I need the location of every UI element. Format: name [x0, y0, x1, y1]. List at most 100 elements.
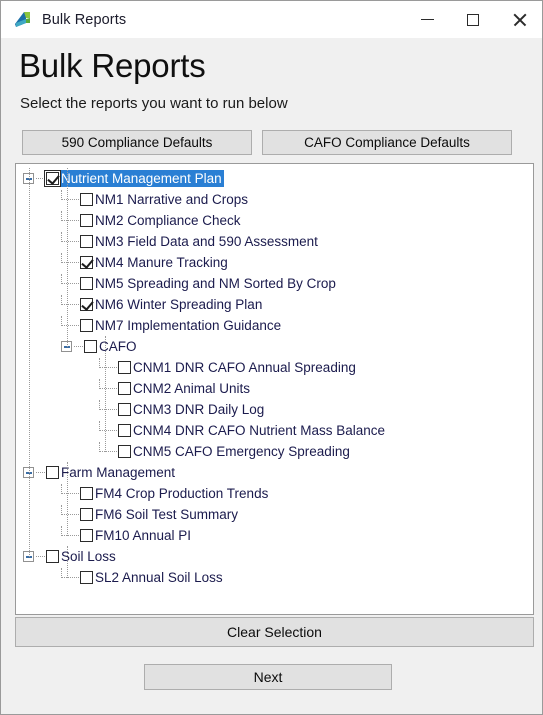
tree-row[interactable]: NM4 Manure Tracking — [16, 252, 533, 273]
reports-tree-panel[interactable]: Nutrient Management Plan NM1 Narrative an… — [15, 163, 534, 615]
tree-item-label: FM6 Soil Test Summary — [95, 507, 239, 522]
tree-connector-line — [99, 378, 117, 389]
tree-item-label: CNM3 DNR Daily Log — [133, 402, 265, 417]
tree-row[interactable]: Nutrient Management Plan — [16, 168, 533, 189]
tree-row[interactable]: NM5 Spreading and NM Sorted By Crop — [16, 273, 533, 294]
tree-item-label: NM4 Manure Tracking — [95, 255, 228, 270]
close-icon — [512, 12, 527, 27]
tree-row[interactable]: Soil Loss — [16, 546, 533, 567]
tree-connector-line — [105, 336, 106, 452]
tree-connector-line — [36, 556, 45, 557]
tree-item-label: NM2 Compliance Check — [95, 213, 241, 228]
checkbox-cafo[interactable] — [84, 340, 97, 353]
tree-connector-line — [99, 441, 117, 452]
app-logo-icon — [14, 10, 32, 29]
checkbox-cnm5[interactable] — [118, 445, 131, 458]
tree-item-label: Nutrient Management Plan — [60, 170, 224, 187]
checkbox-sl2[interactable] — [80, 571, 93, 584]
tree-row[interactable]: CNM5 CAFO Emergency Spreading — [16, 441, 533, 462]
checkbox-nm4[interactable] — [80, 256, 93, 269]
checkbox-nm2[interactable] — [80, 214, 93, 227]
checkbox-fm10[interactable] — [80, 529, 93, 542]
tree-row[interactable]: CNM2 Animal Units — [16, 378, 533, 399]
window-title: Bulk Reports — [42, 11, 127, 28]
tree-item-label: Soil Loss — [61, 549, 116, 564]
tree-row[interactable]: NM3 Field Data and 590 Assessment — [16, 231, 533, 252]
checkbox-nm5[interactable] — [80, 277, 93, 290]
checkbox-cnm1[interactable] — [118, 361, 131, 374]
tree-row[interactable]: CNM1 DNR CAFO Annual Spreading — [16, 357, 533, 378]
tree-item-label: NM3 Field Data and 590 Assessment — [95, 234, 318, 249]
tree-row[interactable]: CAFO — [16, 336, 533, 357]
tree-row[interactable]: NM7 Implementation Guidance — [16, 315, 533, 336]
tree-row[interactable]: CNM3 DNR Daily Log — [16, 399, 533, 420]
tree-connector-line — [61, 483, 79, 494]
tree-item-label: FM4 Crop Production Trends — [95, 486, 269, 501]
checkbox-nm6[interactable] — [80, 298, 93, 311]
tree-connector-line — [67, 168, 68, 347]
tree-row[interactable]: NM1 Narrative and Crops — [16, 189, 533, 210]
tree-item-label: NM6 Winter Spreading Plan — [95, 297, 263, 312]
tree-row[interactable]: CNM4 DNR CAFO Nutrient Mass Balance — [16, 420, 533, 441]
checkbox-sl[interactable] — [46, 550, 59, 563]
tree-row[interactable]: FM10 Annual PI — [16, 525, 533, 546]
tree-connector-line — [99, 399, 117, 410]
checkbox-nmp[interactable] — [44, 170, 61, 187]
tree-connector-line — [61, 567, 79, 578]
reports-tree: Nutrient Management Plan NM1 Narrative an… — [16, 164, 533, 588]
tree-connector-line — [67, 462, 68, 536]
tree-connector-line — [36, 178, 45, 179]
checkbox-fm6[interactable] — [80, 508, 93, 521]
close-button[interactable] — [496, 1, 542, 38]
minimize-button[interactable] — [404, 1, 450, 38]
tree-item-label: CNM5 CAFO Emergency Spreading — [133, 444, 350, 459]
tree-item-label: NM7 Implementation Guidance — [95, 318, 282, 333]
tree-item-label: NM5 Spreading and NM Sorted By Crop — [95, 276, 336, 291]
title-bar: Bulk Reports — [1, 1, 542, 38]
maximize-button[interactable] — [450, 1, 496, 38]
tree-connector-line — [61, 210, 79, 221]
checkbox-nm1[interactable] — [80, 193, 93, 206]
minimize-icon — [420, 18, 434, 21]
tree-connector-line — [61, 273, 79, 284]
tree-connector-line — [61, 294, 79, 305]
bulk-reports-window: Bulk Reports Bulk Reports Select the rep… — [0, 0, 543, 715]
tree-item-label: FM10 Annual PI — [95, 528, 192, 543]
590-compliance-defaults-button[interactable]: 590 Compliance Defaults — [22, 130, 252, 155]
checkbox-fm[interactable] — [46, 466, 59, 479]
checkbox-cnm2[interactable] — [118, 382, 131, 395]
checkbox-nm3[interactable] — [80, 235, 93, 248]
checkbox-cnm3[interactable] — [118, 403, 131, 416]
tree-row[interactable]: Farm Management — [16, 462, 533, 483]
tree-connector-line — [67, 546, 68, 578]
tree-connector-line — [61, 525, 79, 536]
checkbox-nm7[interactable] — [80, 319, 93, 332]
tree-row[interactable]: SL2 Annual Soil Loss — [16, 567, 533, 588]
tree-item-label: SL2 Annual Soil Loss — [95, 570, 223, 585]
tree-row[interactable]: FM6 Soil Test Summary — [16, 504, 533, 525]
tree-connector-line — [99, 357, 117, 368]
tree-item-label: CNM1 DNR CAFO Annual Spreading — [133, 360, 356, 375]
cafo-compliance-defaults-button[interactable]: CAFO Compliance Defaults — [262, 130, 512, 155]
tree-connector-line — [61, 504, 79, 515]
tree-connector-line — [61, 315, 79, 326]
tree-item-label: NM1 Narrative and Crops — [95, 192, 249, 207]
tree-item-label: CNM4 DNR CAFO Nutrient Mass Balance — [133, 423, 386, 438]
checkbox-fm4[interactable] — [80, 487, 93, 500]
tree-connector-line — [61, 189, 79, 200]
tree-item-label: Farm Management — [61, 465, 176, 480]
tree-connector-line — [61, 252, 79, 263]
tree-row[interactable]: FM4 Crop Production Trends — [16, 483, 533, 504]
tree-connector-line — [74, 346, 83, 347]
tree-item-label: CNM2 Animal Units — [133, 381, 251, 396]
tree-connector-line — [99, 420, 117, 431]
tree-row[interactable]: NM2 Compliance Check — [16, 210, 533, 231]
next-button[interactable]: Next — [144, 664, 392, 690]
checkbox-cnm4[interactable] — [118, 424, 131, 437]
tree-connector-line — [36, 472, 45, 473]
tree-row[interactable]: NM6 Winter Spreading Plan — [16, 294, 533, 315]
tree-connector-line — [61, 231, 79, 242]
clear-selection-button[interactable]: Clear Selection — [15, 617, 534, 647]
window-body: Bulk Reports Select the reports you want… — [1, 38, 542, 714]
maximize-icon — [467, 13, 479, 26]
